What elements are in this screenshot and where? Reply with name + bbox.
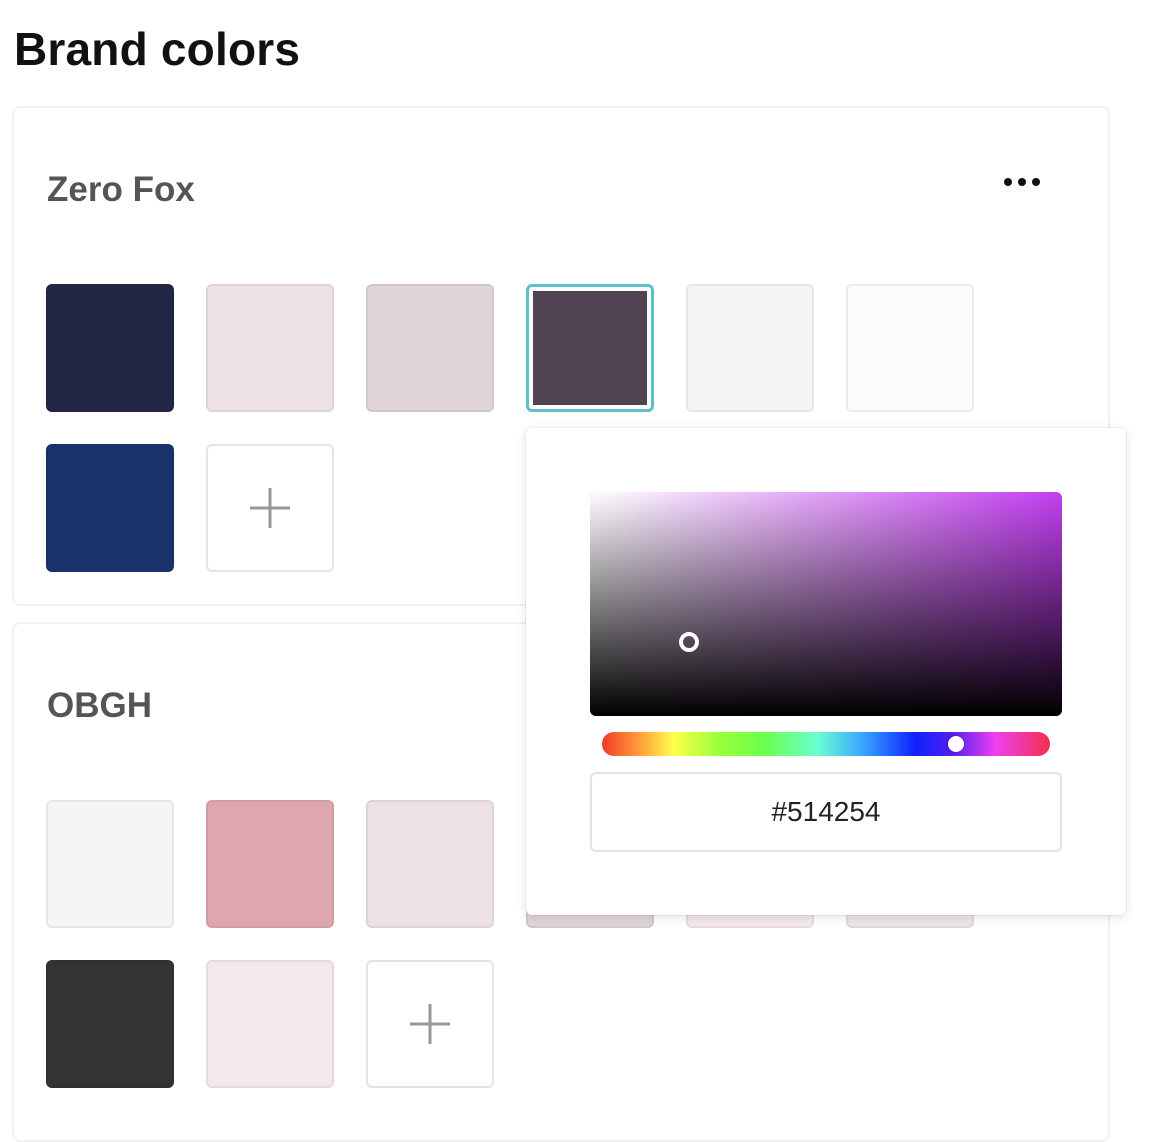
- saturation-value-cursor[interactable]: [679, 632, 700, 653]
- palette-title: Zero Fox: [47, 170, 195, 209]
- value-gradient: [590, 492, 1062, 716]
- hue-slider-thumb[interactable]: [947, 736, 964, 752]
- plus-icon: [410, 1004, 450, 1044]
- color-swatch[interactable]: [206, 284, 334, 412]
- add-color-button[interactable]: [206, 444, 334, 572]
- color-swatch[interactable]: [686, 284, 814, 412]
- color-picker-popover: [526, 428, 1126, 915]
- add-color-button[interactable]: [366, 960, 494, 1088]
- color-swatch[interactable]: [46, 284, 174, 412]
- saturation-value-area[interactable]: [590, 492, 1062, 716]
- color-swatch[interactable]: [46, 960, 174, 1088]
- plus-icon: [250, 488, 290, 528]
- palette-title: OBGH: [47, 686, 152, 725]
- color-swatch[interactable]: [206, 800, 334, 928]
- color-swatch[interactable]: [46, 800, 174, 928]
- more-horizontal-icon: [1004, 178, 1040, 186]
- color-swatch[interactable]: [366, 800, 494, 928]
- page-title: Brand colors: [14, 23, 301, 75]
- hex-color-input[interactable]: [590, 772, 1062, 852]
- color-swatch-selected[interactable]: [526, 284, 654, 412]
- color-swatch[interactable]: [366, 284, 494, 412]
- color-swatch[interactable]: [846, 284, 974, 412]
- hue-slider[interactable]: [602, 732, 1050, 756]
- palette-more-button[interactable]: [1000, 168, 1044, 196]
- color-swatch[interactable]: [206, 960, 334, 1088]
- color-swatch[interactable]: [46, 444, 174, 572]
